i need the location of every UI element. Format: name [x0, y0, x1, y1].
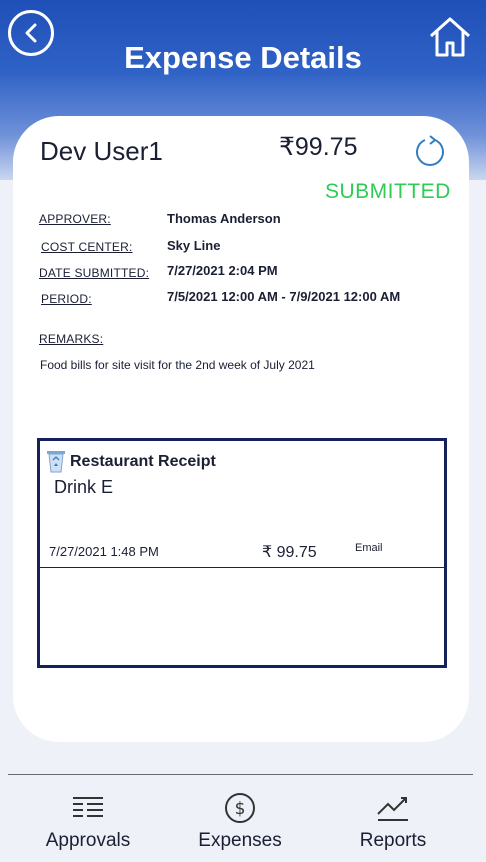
status-badge: SUBMITTED [325, 180, 451, 203]
approver-label: APPROVER: [39, 212, 111, 226]
receipt-item: Drink E [54, 477, 114, 497]
user-name: Dev User1 [40, 136, 163, 166]
nav-approvals[interactable]: Approvals [23, 792, 153, 852]
receipt-title: Restaurant Receipt [70, 453, 216, 470]
date-submitted-value: 7/27/2021 2:04 PM [167, 263, 278, 278]
period-label: PERIOD: [41, 292, 92, 306]
receipt-divider [40, 567, 444, 568]
chart-icon [377, 797, 408, 821]
period-value: 7/5/2021 12:00 AM - 7/9/2021 12:00 AM [167, 289, 401, 304]
approver-value: Thomas Anderson [167, 211, 281, 226]
remarks-label: REMARKS: [39, 332, 104, 346]
recycle-bin-icon[interactable] [46, 449, 66, 473]
nav-expenses-label: Expenses [198, 830, 282, 851]
svg-text:$: $ [235, 799, 246, 819]
expense-card: Dev User1 ₹99.75 SUBMITTED APPROVER: Tho… [13, 116, 469, 742]
nav-approvals-label: Approvals [45, 830, 131, 851]
cost-center-label: COST CENTER: [41, 240, 133, 254]
nav-expenses[interactable]: $ Expenses [175, 792, 305, 852]
refresh-icon[interactable] [413, 134, 447, 168]
receipt-date: 7/27/2021 1:48 PM [49, 544, 159, 559]
receipt-card[interactable]: Restaurant Receipt Drink E 7/27/2021 1:4… [37, 438, 447, 668]
remarks-text: Food bills for site visit for the 2nd we… [40, 358, 315, 372]
date-submitted-label: DATE SUBMITTED: [39, 266, 150, 280]
nav-reports-label: Reports [359, 830, 427, 851]
page-title: Expense Details [124, 40, 362, 75]
nav-divider [8, 774, 473, 775]
list-icon [73, 797, 103, 817]
email-link[interactable]: Email [355, 542, 383, 554]
expense-amount: ₹99.75 [279, 133, 358, 161]
cost-center-value: Sky Line [167, 238, 221, 253]
home-icon[interactable] [428, 16, 472, 58]
nav-reports[interactable]: Reports [328, 792, 458, 852]
dollar-icon: $ [225, 793, 255, 823]
receipt-amount: ₹ 99.75 [262, 544, 317, 561]
